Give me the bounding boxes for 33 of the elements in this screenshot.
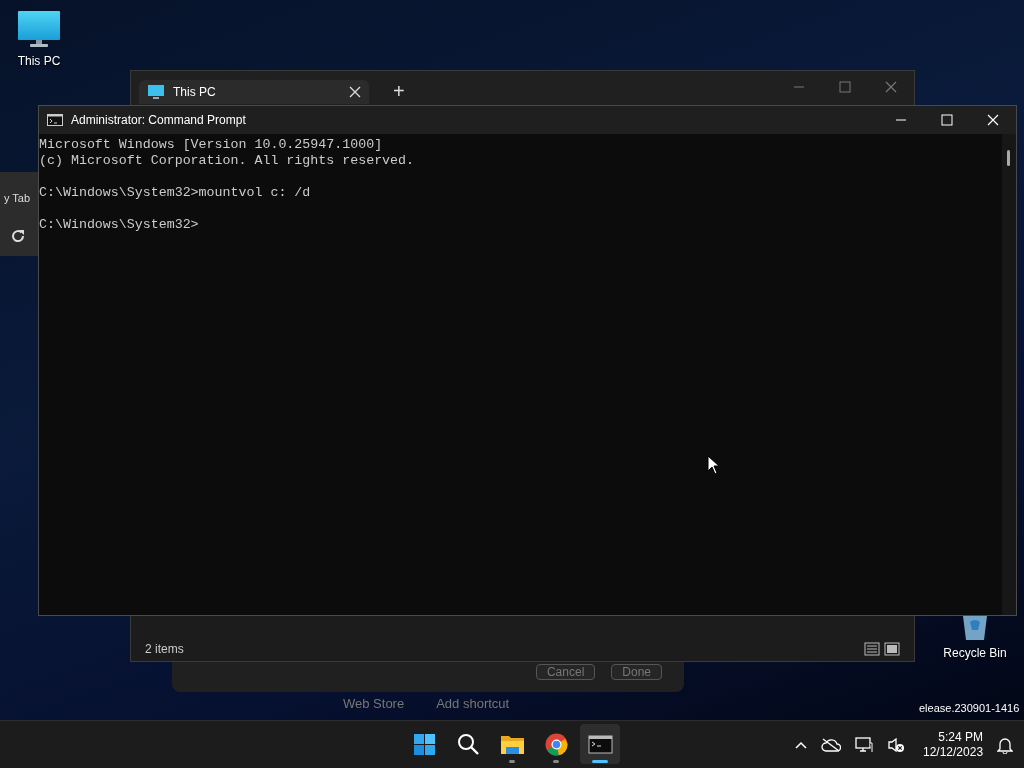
taskbar-button[interactable]	[580, 724, 620, 764]
console-line: C:\Windows\System32>	[39, 217, 200, 233]
computer-icon	[147, 84, 165, 100]
build-text: elease.230901-1416	[919, 701, 1020, 716]
console-line: Microsoft Windows [Version 10.0.25947.1000]	[39, 137, 384, 153]
notification-bell-icon[interactable]	[997, 736, 1014, 754]
tab-label: y Tab	[3, 191, 30, 206]
start-icon	[411, 731, 437, 757]
clock-button[interactable]: 5:24 PM 12/12/2023	[923, 730, 984, 760]
mouse-pointer-icon	[707, 455, 721, 475]
refresh-icon[interactable]	[10, 228, 26, 244]
recycle-bin-icon[interactable]	[960, 616, 990, 640]
window-title: Administrator: Command Prompt	[71, 112, 247, 129]
search-icon	[455, 731, 481, 757]
chevron-up-icon[interactable]	[795, 741, 807, 749]
console-line: C:\Windows\System32>mountvol c: /d	[39, 185, 312, 201]
tab-label: This PC	[173, 84, 217, 101]
scrollbar-thumb[interactable]	[1007, 150, 1010, 166]
terminal-icon	[47, 114, 63, 126]
network-icon[interactable]	[855, 737, 873, 753]
shortcut-label[interactable]: Add shortcut	[436, 694, 510, 714]
computer-icon[interactable]	[17, 10, 61, 48]
new-tab-button[interactable]: +	[393, 81, 405, 101]
desktop-icon-label[interactable]: This PC	[17, 52, 61, 70]
browser-icon	[543, 731, 569, 757]
cloud-off-icon[interactable]	[821, 738, 841, 752]
console-line: (c) Microsoft Corporation. All rights reserved.	[39, 153, 416, 169]
shortcut-label[interactable]: Web Store	[343, 694, 405, 714]
speaker-muted-icon[interactable]	[887, 737, 905, 753]
tiles-view-icon[interactable]	[884, 642, 900, 656]
item-count: 2 items	[145, 641, 184, 658]
desktop-icon-label[interactable]: Recycle Bin	[943, 644, 1007, 662]
explorer-tab[interactable]: This PC	[139, 80, 369, 104]
